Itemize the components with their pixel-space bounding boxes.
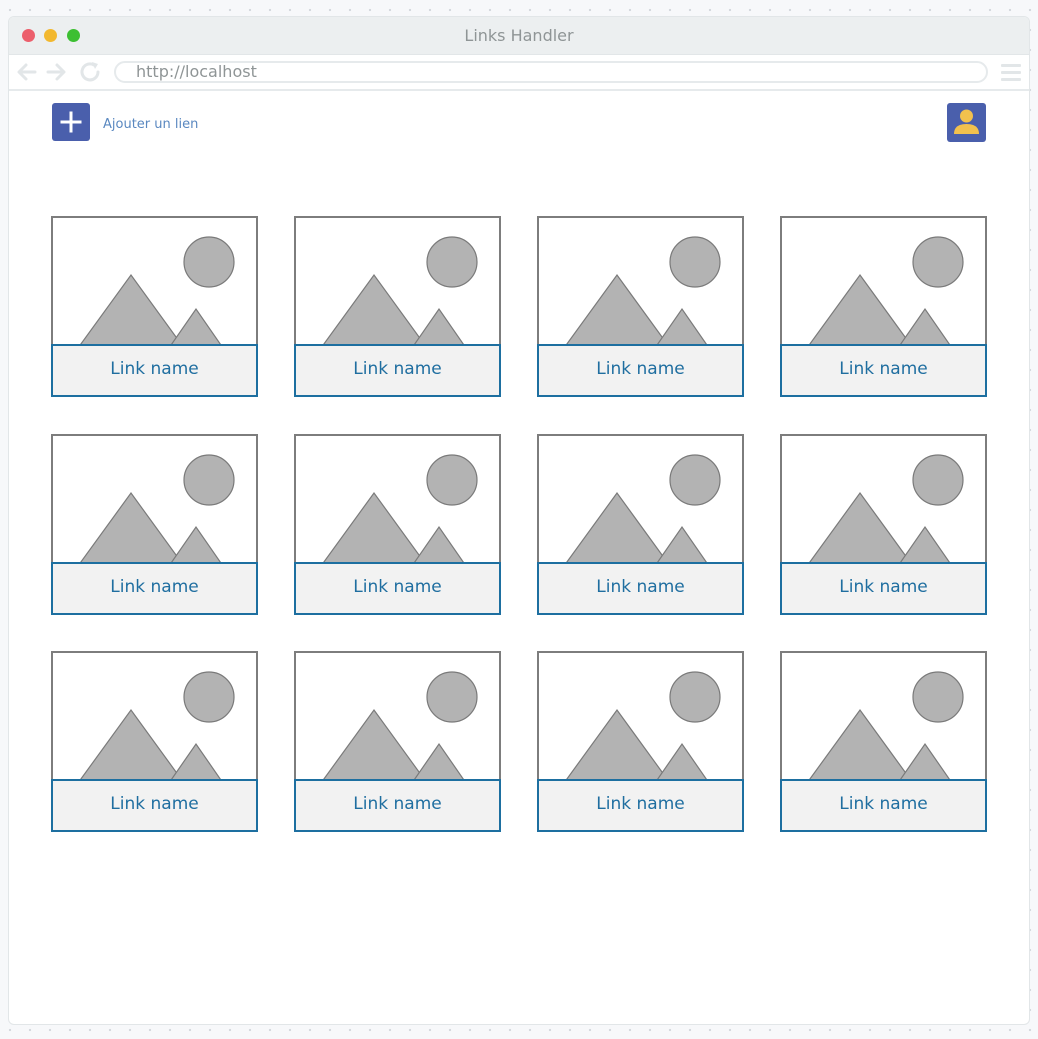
link-name[interactable]: Link name (294, 344, 501, 397)
image-placeholder-icon (321, 454, 478, 564)
link-thumbnail[interactable] (294, 216, 501, 346)
image-placeholder-icon (78, 671, 235, 781)
link-name[interactable]: Link name (780, 562, 987, 615)
link-thumbnail[interactable] (780, 651, 987, 781)
link-card[interactable]: Link name (294, 434, 501, 615)
link-card[interactable]: Link name (51, 651, 258, 832)
link-thumbnail[interactable] (51, 216, 258, 346)
back-arrow-icon[interactable] (15, 60, 39, 84)
link-name[interactable]: Link name (51, 779, 258, 832)
title-bar: Links Handler (9, 17, 1029, 55)
address-bar[interactable]: http://localhost (114, 61, 988, 83)
link-name[interactable]: Link name (51, 562, 258, 615)
link-card[interactable]: Link name (51, 434, 258, 615)
link-card[interactable]: Link name (780, 216, 987, 397)
browser-window: Links Handler http://localhost Ajouter u… (8, 16, 1030, 1025)
menu-icon[interactable] (1001, 64, 1021, 82)
link-card[interactable]: Link name (51, 216, 258, 397)
link-name[interactable]: Link name (780, 344, 987, 397)
browser-toolbar: http://localhost (9, 55, 1029, 91)
link-thumbnail[interactable] (780, 434, 987, 564)
reload-icon[interactable] (78, 60, 102, 84)
forward-arrow-icon[interactable] (44, 60, 68, 84)
link-name[interactable]: Link name (537, 344, 744, 397)
link-name[interactable]: Link name (780, 779, 987, 832)
link-card[interactable]: Link name (294, 216, 501, 397)
link-thumbnail[interactable] (294, 434, 501, 564)
link-thumbnail[interactable] (537, 651, 744, 781)
link-card[interactable]: Link name (537, 434, 744, 615)
user-account-button[interactable] (947, 103, 986, 142)
user-icon (954, 109, 979, 134)
link-name[interactable]: Link name (51, 344, 258, 397)
link-name[interactable]: Link name (537, 562, 744, 615)
link-thumbnail[interactable] (51, 434, 258, 564)
image-placeholder-icon (564, 454, 721, 564)
image-placeholder-icon (564, 671, 721, 781)
link-name[interactable]: Link name (537, 779, 744, 832)
image-placeholder-icon (807, 671, 964, 781)
link-name[interactable]: Link name (294, 779, 501, 832)
add-link-button[interactable] (52, 103, 90, 141)
link-thumbnail[interactable] (780, 216, 987, 346)
link-thumbnail[interactable] (51, 651, 258, 781)
image-placeholder-icon (807, 454, 964, 564)
plus-icon (60, 111, 82, 133)
image-placeholder-icon (321, 236, 478, 346)
link-card[interactable]: Link name (537, 216, 744, 397)
link-card[interactable]: Link name (780, 651, 987, 832)
link-thumbnail[interactable] (294, 651, 501, 781)
link-card[interactable]: Link name (537, 651, 744, 832)
image-placeholder-icon (78, 236, 235, 346)
image-placeholder-icon (321, 671, 478, 781)
link-thumbnail[interactable] (537, 434, 744, 564)
link-card[interactable]: Link name (294, 651, 501, 832)
address-bar-url: http://localhost (136, 62, 257, 81)
add-link-label[interactable]: Ajouter un lien (103, 117, 198, 132)
window-title: Links Handler (464, 26, 574, 45)
image-placeholder-icon (564, 236, 721, 346)
image-placeholder-icon (807, 236, 964, 346)
image-placeholder-icon (78, 454, 235, 564)
link-thumbnail[interactable] (537, 216, 744, 346)
link-card[interactable]: Link name (780, 434, 987, 615)
link-name[interactable]: Link name (294, 562, 501, 615)
